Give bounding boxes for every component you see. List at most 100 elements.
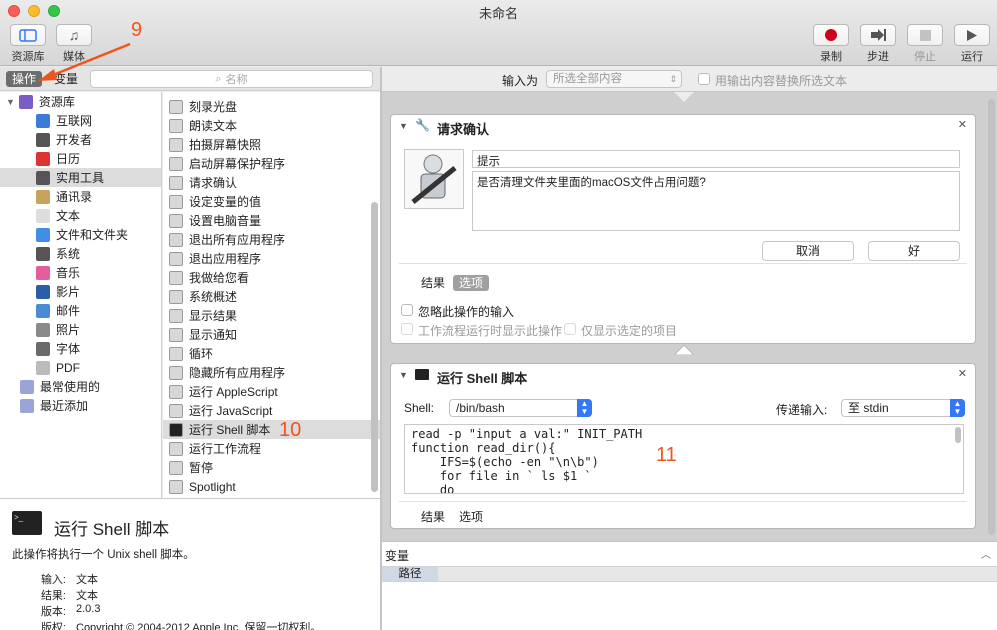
meta-value: 2.0.3	[76, 603, 101, 615]
library-group[interactable]: 最近添加	[0, 396, 161, 415]
show-action-checkbox[interactable]	[401, 323, 413, 335]
ok-button[interactable]: 好	[868, 241, 960, 261]
stop-button[interactable]	[907, 24, 943, 46]
action-item[interactable]: 系统概述	[163, 287, 380, 306]
path-column-header[interactable]: 路径	[382, 567, 438, 581]
variables-pane: 变量 ︿ 路径	[382, 541, 997, 630]
collapse-triangle-icon[interactable]: ▼	[399, 121, 408, 131]
shell-label: Shell:	[404, 401, 435, 415]
library-item[interactable]: PDF	[0, 358, 161, 377]
close-action-icon[interactable]: ✕	[958, 118, 967, 131]
action-item[interactable]: 朗读文本	[163, 116, 380, 135]
action-item[interactable]: Spotlight	[163, 477, 380, 496]
library-item[interactable]: 文本	[0, 206, 161, 225]
run-button[interactable]	[954, 24, 990, 46]
message-field[interactable]: 是否清理文件夹里面的macOS文件占用问题?	[472, 171, 960, 231]
action-item[interactable]: 设置电脑音量	[163, 211, 380, 230]
action-item[interactable]: 启动屏幕保护程序	[163, 154, 380, 173]
workflow-area: 输入为 所选全部内容 ⇕ 用输出内容替换所选文本 ▼ 🔧 请求确认 ✕ 提示 是…	[382, 67, 997, 541]
record-icon	[825, 29, 837, 41]
library-item[interactable]: 字体	[0, 339, 161, 358]
workflow-scrollbar[interactable]	[988, 99, 995, 535]
mail-icon	[36, 303, 50, 318]
tab-results[interactable]: 结果	[415, 275, 451, 291]
library-item-label: 开发者	[56, 133, 93, 147]
description-text: 此操作将执行一个 Unix shell 脚本。	[12, 549, 195, 561]
action-item[interactable]: 拍摄屏幕快照	[163, 135, 380, 154]
action-item-label: 隐藏所有应用程序	[189, 366, 286, 380]
library-item[interactable]: 文件和文件夹	[0, 225, 161, 244]
action-item[interactable]: 运行 JavaScript	[163, 401, 380, 420]
action-item[interactable]: 运行 AppleScript	[163, 382, 380, 401]
ignore-input-label: 忽略此操作的输入	[418, 305, 515, 319]
library-root[interactable]: ▼ 资源库	[0, 92, 161, 111]
action-item[interactable]: 设定变量的值	[163, 192, 380, 211]
action-item-label: 拍摄屏幕快照	[189, 138, 262, 152]
script-scrollbar[interactable]	[955, 427, 961, 443]
tab-options[interactable]: 选项	[453, 275, 490, 291]
smart-folder-icon	[20, 398, 34, 413]
close-action-icon[interactable]: ✕	[958, 367, 967, 380]
action-item[interactable]: 退出应用程序	[163, 249, 380, 268]
action-item[interactable]: 退出所有应用程序	[163, 230, 380, 249]
collapse-chevron-icon[interactable]: ︿	[981, 546, 991, 561]
action-item-label: 请求确认	[189, 176, 238, 190]
updown-arrow-icon: ⇕	[669, 74, 677, 84]
library-item[interactable]: 照片	[0, 320, 161, 339]
library-item[interactable]: 影片	[0, 282, 161, 301]
tab-results[interactable]: 结果	[415, 509, 451, 525]
replace-selection-checkbox[interactable]	[698, 73, 710, 85]
action-item[interactable]: 请求确认	[163, 173, 380, 192]
annotation-arrow	[38, 42, 131, 81]
library-item[interactable]: 开发者	[0, 130, 161, 149]
shell-popup[interactable]: /bin/bash ▲ ▼	[449, 399, 592, 417]
script-editor[interactable]: read -p "input a val:" INIT_PATH function…	[404, 424, 964, 494]
library-item[interactable]: 音乐	[0, 263, 161, 282]
collapse-triangle-icon[interactable]: ▼	[399, 370, 408, 380]
library-group[interactable]: 最常使用的	[0, 377, 161, 396]
prompt-field[interactable]: 提示	[472, 150, 960, 168]
action-item-label: 显示通知	[189, 328, 238, 342]
card-title: 请求确认	[437, 122, 490, 137]
library-item[interactable]: 日历	[0, 149, 161, 168]
record-button[interactable]	[813, 24, 849, 46]
action-icon	[169, 232, 183, 247]
action-icon	[169, 384, 183, 399]
input-type-popup[interactable]: 所选全部内容 ⇕	[546, 70, 682, 88]
library-item[interactable]: 邮件	[0, 301, 161, 320]
action-list[interactable]: 刻录光盘 朗读文本拍摄屏幕快照启动屏幕保护程序请求确认设定变量的值设置电脑音量退出…	[163, 92, 380, 498]
utilities-icon	[36, 170, 50, 185]
library-list[interactable]: ▼ 资源库 互联网开发者日历 实用工具 通讯录 文本文件和文件夹系统 音乐 影片 邮件 照片字…	[0, 92, 162, 498]
cancel-button[interactable]: 取消	[762, 241, 854, 261]
show-selected-checkbox[interactable]	[564, 323, 576, 335]
library-item-label: 互联网	[56, 114, 93, 128]
library-item[interactable]: 互联网	[0, 111, 161, 130]
action-icon	[169, 175, 183, 190]
library-item-label: 文件和文件夹	[56, 228, 129, 242]
action-icon	[169, 441, 183, 456]
action-item[interactable]: 隐藏所有应用程序	[163, 363, 380, 382]
window-title: 未命名	[478, 6, 518, 21]
action-item[interactable]: 运行 Shell 脚本	[163, 420, 380, 439]
automator-icon: 🔧	[415, 118, 430, 132]
action-list-scrollbar[interactable]	[371, 202, 378, 492]
step-button[interactable]	[860, 24, 896, 46]
window-toolbar: 未命名 资源库 ♫ 媒体 录制 步进 停止 运行 9	[0, 0, 997, 66]
smart-folder-icon	[20, 379, 34, 394]
action-item-label: 设置电脑音量	[189, 214, 262, 228]
action-item[interactable]: 运行工作流程	[163, 439, 380, 458]
disclosure-triangle-icon: ▼	[6, 96, 15, 107]
action-item[interactable]: 刻录光盘	[163, 97, 380, 116]
library-item[interactable]: 通讯录	[0, 187, 161, 206]
action-item[interactable]: 循环	[163, 344, 380, 363]
pass-input-popup[interactable]: 至 stdin ▲ ▼	[841, 399, 965, 417]
action-icon	[169, 460, 183, 475]
library-item[interactable]: 实用工具	[0, 168, 161, 187]
action-item[interactable]: 我做给您看	[163, 268, 380, 287]
action-item[interactable]: 暂停	[163, 458, 380, 477]
action-item[interactable]: 显示通知	[163, 325, 380, 344]
action-item[interactable]: 显示结果	[163, 306, 380, 325]
library-item[interactable]: 系统	[0, 244, 161, 263]
tab-options[interactable]: 选项	[453, 509, 489, 525]
ignore-input-checkbox[interactable]	[401, 304, 413, 316]
